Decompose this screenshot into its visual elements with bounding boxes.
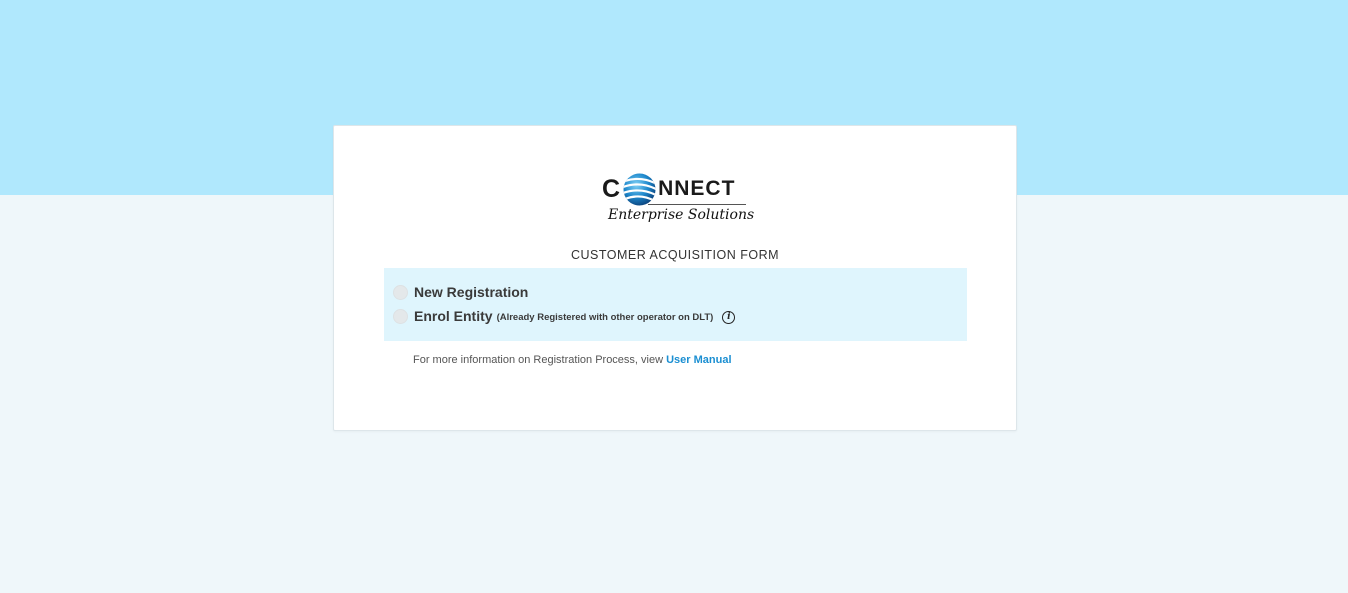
enrol-entity-label[interactable]: Enrol Entity bbox=[414, 308, 493, 324]
enrol-entity-note: (Already Registered with other operator … bbox=[496, 311, 714, 323]
user-manual-link[interactable]: User Manual bbox=[666, 354, 731, 366]
logo-wordmark: C NNECT bbox=[602, 172, 735, 206]
logo-letters: NNECT bbox=[658, 177, 736, 200]
new-registration-radio[interactable] bbox=[393, 284, 408, 300]
registration-card: C NNECT Enterprise Solutions CUSTOMER AC… bbox=[333, 125, 1017, 431]
logo-letter-c: C bbox=[602, 175, 622, 203]
more-info-label: For more information on Registration Pro… bbox=[413, 354, 664, 366]
enrol-entity-radio[interactable] bbox=[393, 308, 408, 324]
info-icon[interactable]: i bbox=[722, 310, 736, 324]
new-registration-label[interactable]: New Registration bbox=[414, 284, 528, 300]
registration-options: New Registration Enrol Entity (Already R… bbox=[384, 268, 967, 341]
connect-logo: C NNECT Enterprise Solutions bbox=[602, 170, 755, 232]
more-info-text: For more information on Registration Pro… bbox=[413, 354, 732, 366]
form-title: CUSTOMER ACQUISITION FORM bbox=[570, 248, 780, 262]
globe-icon bbox=[622, 172, 657, 207]
enrol-entity-option[interactable]: Enrol Entity (Already Registered with ot… bbox=[393, 308, 736, 324]
logo-tagline: Enterprise Solutions bbox=[608, 207, 755, 223]
new-registration-option[interactable]: New Registration bbox=[393, 284, 528, 300]
logo-divider bbox=[648, 204, 746, 205]
